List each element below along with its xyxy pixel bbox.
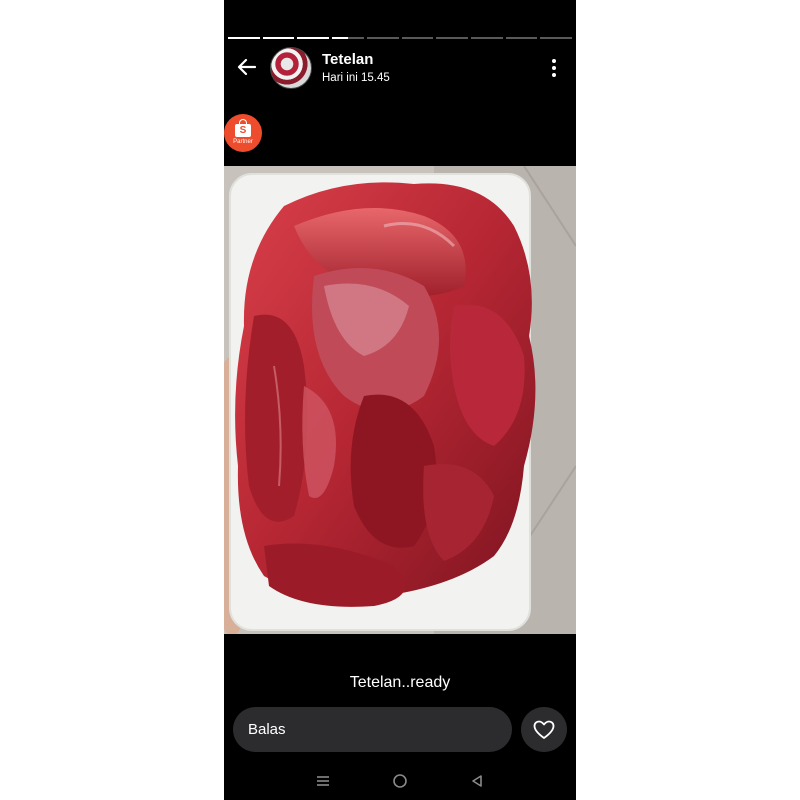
progress-segment-fill [332, 37, 348, 39]
progress-segment-fill [262, 37, 295, 39]
progress-segment [228, 37, 260, 39]
recents-button[interactable] [309, 767, 337, 795]
partner-badge: S Partner [224, 114, 262, 152]
progress-segment-fill [228, 37, 260, 39]
progress-segment [505, 37, 538, 39]
avatar[interactable] [270, 47, 312, 89]
story-viewer: Tetelan Hari ini 15.45 S Partner Tetelan… [224, 0, 576, 800]
progress-segment [332, 37, 364, 39]
more-options-button[interactable] [544, 56, 564, 80]
story-photo[interactable] [224, 166, 576, 634]
story-title[interactable]: Tetelan [322, 51, 373, 68]
nav-back-icon [472, 775, 483, 787]
shopping-bag-icon: S [235, 118, 251, 137]
progress-segment [401, 37, 434, 39]
progress-segment [470, 37, 503, 39]
progress-segment-fill [297, 37, 330, 39]
badge-letter: S [239, 124, 247, 136]
reply-input[interactable] [233, 707, 512, 752]
home-button[interactable] [386, 767, 414, 795]
progress-segment [297, 37, 330, 39]
progress-segment [540, 37, 573, 39]
back-button[interactable] [232, 54, 262, 80]
badge-label: Partner [233, 138, 253, 145]
home-icon [393, 774, 407, 788]
nav-back-button[interactable] [463, 767, 491, 795]
like-button[interactable] [521, 707, 567, 752]
story-caption: Tetelan..ready [349, 674, 451, 691]
story-progress-bar [228, 37, 573, 39]
recents-icon [316, 776, 329, 786]
system-navigation-bar [224, 762, 576, 800]
progress-segment [436, 37, 468, 39]
progress-segment [366, 37, 399, 39]
progress-segment [262, 37, 295, 39]
arrow-left-icon [237, 58, 257, 76]
story-timestamp: Hari ini 15.45 [322, 72, 390, 84]
more-vertical-icon [552, 59, 556, 77]
heart-icon [533, 720, 555, 739]
